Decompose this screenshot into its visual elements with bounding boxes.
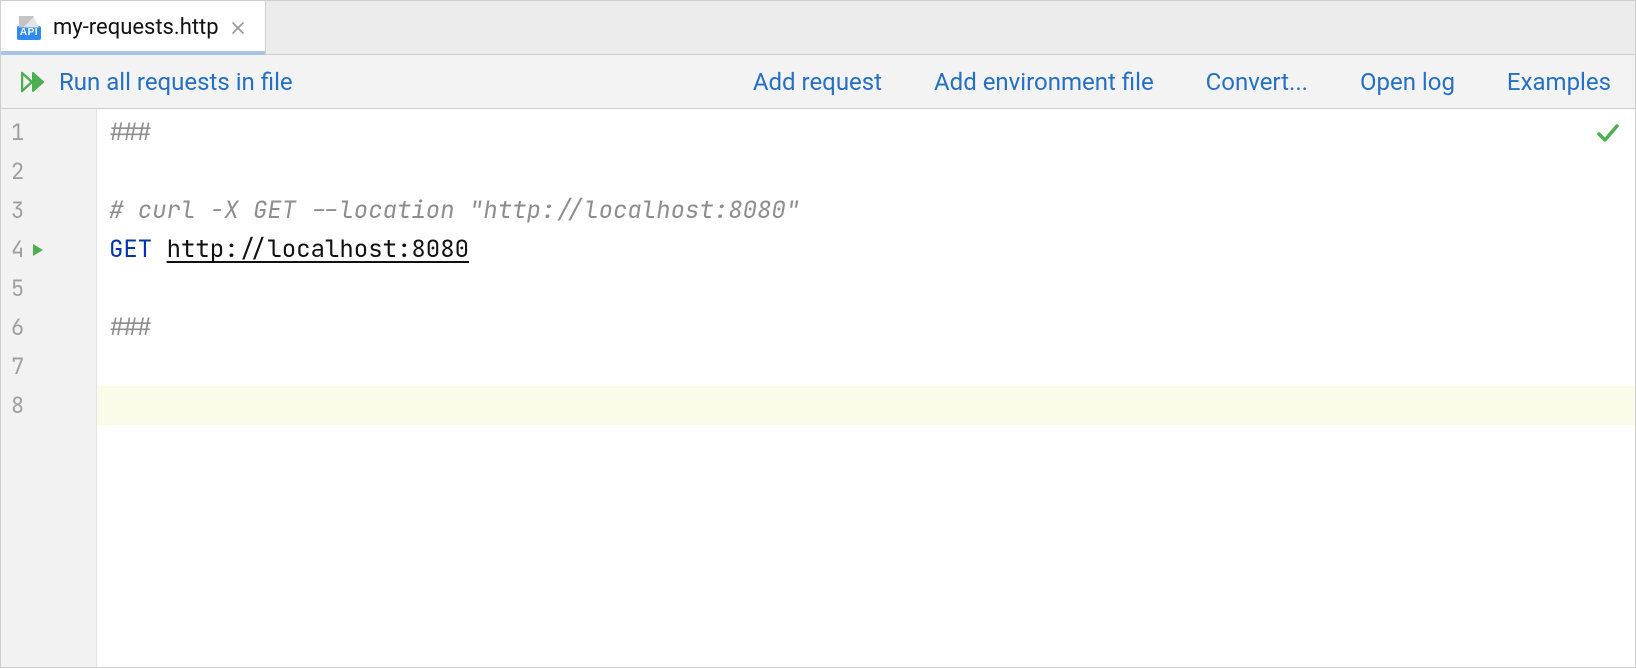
gutter-row: 4 xyxy=(1,230,96,269)
open-log-link[interactable]: Open log xyxy=(1360,68,1455,96)
gutter-row: 1 xyxy=(1,113,96,152)
editor-tabbar: API my-requests.http xyxy=(1,1,1635,55)
gutter-row: 6 xyxy=(1,308,96,347)
code-line: ### xyxy=(97,113,1635,152)
checkmark-icon[interactable] xyxy=(1595,119,1621,158)
code-line: # curl -X GET --location "http://localho… xyxy=(97,191,1635,230)
code-editor[interactable]: 1 2 3 4 5 6 7 8 ### # curl -X GET --loca… xyxy=(1,109,1635,667)
gutter: 1 2 3 4 5 6 7 8 xyxy=(1,109,97,667)
code-line xyxy=(97,152,1635,191)
add-environment-file-link[interactable]: Add environment file xyxy=(934,68,1154,96)
run-all-requests-button[interactable]: Run all requests in file xyxy=(21,68,293,96)
gutter-row: 5 xyxy=(1,269,96,308)
code-line xyxy=(97,269,1635,308)
code-area[interactable]: ### # curl -X GET --location "http://loc… xyxy=(97,109,1635,667)
run-all-label: Run all requests in file xyxy=(59,68,293,96)
run-all-icon xyxy=(21,70,49,94)
examples-link[interactable]: Examples xyxy=(1507,68,1611,96)
gutter-row: 3 xyxy=(1,191,96,230)
gutter-row: 2 xyxy=(1,152,96,191)
gutter-row: 8 xyxy=(1,386,96,425)
code-line xyxy=(97,347,1635,386)
add-request-link[interactable]: Add request xyxy=(753,68,882,96)
gutter-row: 7 xyxy=(1,347,96,386)
code-line: ### xyxy=(97,308,1635,347)
code-line: GET http://localhost:8080 xyxy=(97,230,1635,269)
tab-filename: my-requests.http xyxy=(53,15,219,40)
http-file-icon: API xyxy=(15,16,43,40)
file-tab-my-requests[interactable]: API my-requests.http xyxy=(1,1,266,54)
http-client-panel: API my-requests.http Run all requests in… xyxy=(0,0,1636,668)
toolbar-links: Add request Add environment file Convert… xyxy=(753,68,1611,96)
run-gutter-icon[interactable] xyxy=(30,242,46,258)
close-icon[interactable] xyxy=(229,19,247,37)
http-toolbar: Run all requests in file Add request Add… xyxy=(1,55,1635,109)
code-line xyxy=(97,386,1635,425)
convert-link[interactable]: Convert... xyxy=(1206,68,1308,96)
